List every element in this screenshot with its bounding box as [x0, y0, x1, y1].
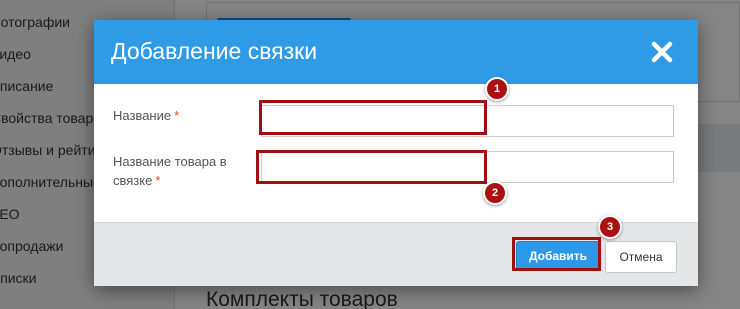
add-bundle-dialog: Добавление связки Название * Название тов…: [94, 20, 698, 286]
product-in-bundle-label: Название товара в связке *: [113, 154, 227, 188]
dialog-title: Добавление связки: [111, 38, 318, 64]
product-in-bundle-field[interactable]: [261, 151, 674, 183]
required-mark: *: [155, 173, 161, 188]
step-marker-3: 3: [598, 215, 622, 239]
name-field[interactable]: [261, 105, 674, 137]
step-marker-2: 2: [483, 181, 507, 205]
required-mark: *: [174, 108, 180, 123]
close-icon[interactable]: [646, 36, 678, 68]
dialog-body: Название * Название товара в связке *: [94, 84, 698, 222]
name-field-label: Название *: [113, 108, 180, 123]
dialog-header: Добавление связки: [94, 20, 698, 84]
cancel-button[interactable]: Отмена: [605, 241, 677, 273]
add-button[interactable]: Добавить: [516, 241, 600, 271]
step-marker-1: 1: [485, 77, 509, 101]
